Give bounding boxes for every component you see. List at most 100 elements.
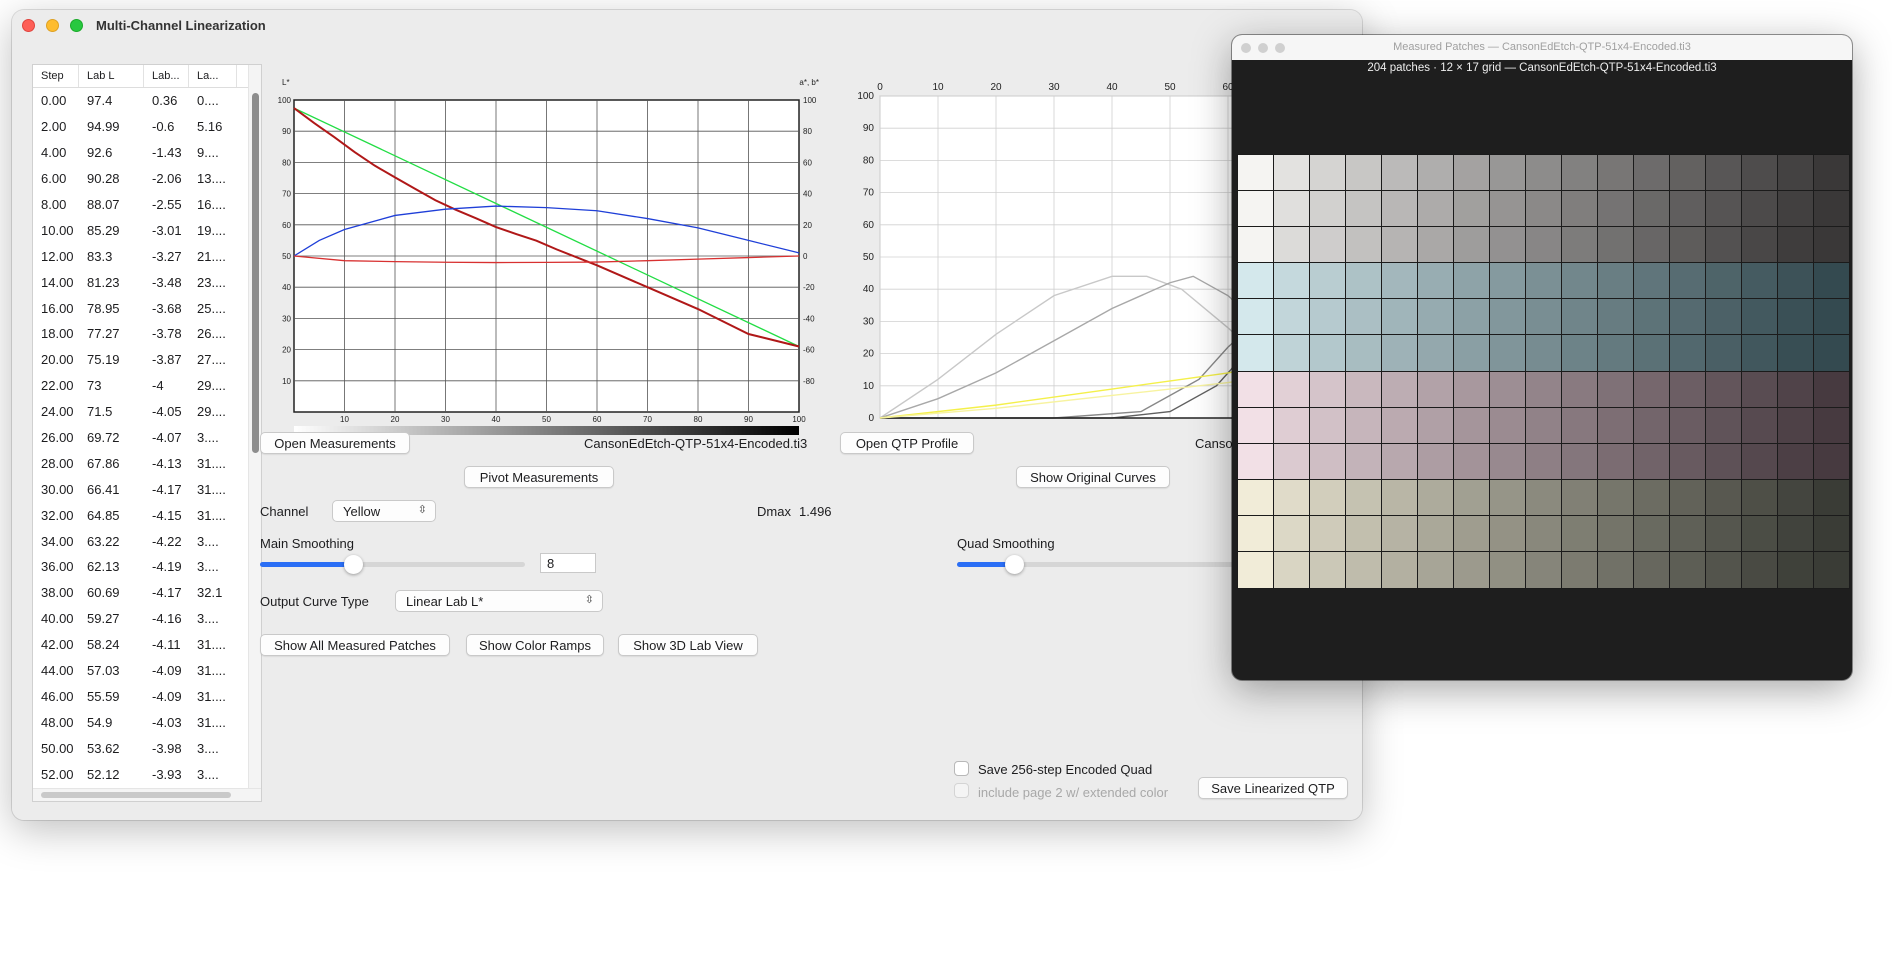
patch-swatch[interactable]: [1273, 442, 1310, 481]
patch-swatch[interactable]: [1525, 550, 1562, 589]
patch-swatch[interactable]: [1345, 370, 1382, 409]
patch-swatch[interactable]: [1525, 514, 1562, 553]
patch-swatch[interactable]: [1597, 514, 1634, 553]
patch-swatch[interactable]: [1345, 190, 1382, 229]
patch-swatch[interactable]: [1741, 406, 1778, 445]
patch-swatch[interactable]: [1453, 226, 1490, 265]
table-row[interactable]: 36.00 62.13 -4.19 3....: [33, 554, 261, 580]
patch-swatch[interactable]: [1597, 478, 1634, 517]
table-row[interactable]: 48.00 54.9 -4.03 31....: [33, 709, 261, 735]
patch-swatch[interactable]: [1453, 550, 1490, 589]
patch-swatch[interactable]: [1705, 262, 1742, 301]
table-row[interactable]: 2.00 94.99 -0.6 5.16: [33, 114, 261, 140]
table-row[interactable]: 26.00 69.72 -4.07 3....: [33, 425, 261, 451]
patch-swatch[interactable]: [1237, 154, 1274, 192]
patch-swatch[interactable]: [1633, 226, 1670, 265]
patch-swatch[interactable]: [1777, 298, 1814, 337]
patch-swatch[interactable]: [1237, 406, 1274, 445]
patch-swatch[interactable]: [1417, 406, 1454, 445]
patch-swatch[interactable]: [1453, 370, 1490, 409]
patch-swatch[interactable]: [1669, 550, 1706, 589]
patch-swatch[interactable]: [1453, 298, 1490, 337]
patch-swatch[interactable]: [1237, 226, 1274, 265]
patch-swatch[interactable]: [1237, 190, 1274, 229]
patch-swatch[interactable]: [1489, 298, 1526, 337]
patch-swatch[interactable]: [1633, 550, 1670, 589]
show-color-ramps-button[interactable]: Show Color Ramps: [466, 634, 604, 656]
patch-swatch[interactable]: [1705, 478, 1742, 517]
patch-swatch[interactable]: [1273, 478, 1310, 517]
patch-swatch[interactable]: [1345, 406, 1382, 445]
patch-swatch[interactable]: [1597, 262, 1634, 301]
patch-swatch[interactable]: [1309, 514, 1346, 553]
patch-swatch[interactable]: [1633, 154, 1670, 192]
patch-swatch[interactable]: [1561, 370, 1598, 409]
patch-swatch[interactable]: [1705, 190, 1742, 229]
save-linearized-qtp-button[interactable]: Save Linearized QTP: [1198, 777, 1348, 799]
patch-swatch[interactable]: [1669, 406, 1706, 445]
patch-swatch[interactable]: [1381, 190, 1418, 229]
quad-smoothing-slider[interactable]: [957, 555, 1242, 574]
patch-swatch[interactable]: [1273, 514, 1310, 553]
patch-swatch[interactable]: [1669, 154, 1706, 192]
patch-swatch[interactable]: [1741, 478, 1778, 517]
patch-swatch[interactable]: [1525, 442, 1562, 481]
patch-swatch[interactable]: [1525, 370, 1562, 409]
patch-swatch[interactable]: [1669, 514, 1706, 553]
patch-swatch[interactable]: [1813, 514, 1850, 553]
patch-swatch[interactable]: [1453, 190, 1490, 229]
patch-swatch[interactable]: [1453, 478, 1490, 517]
table-row[interactable]: 34.00 63.22 -4.22 3....: [33, 528, 261, 554]
patch-swatch[interactable]: [1561, 550, 1598, 589]
patch-swatch[interactable]: [1345, 298, 1382, 337]
patch-swatch[interactable]: [1417, 298, 1454, 337]
patch-swatch[interactable]: [1705, 370, 1742, 409]
table-row[interactable]: 44.00 57.03 -4.09 31....: [33, 658, 261, 684]
patch-swatch[interactable]: [1705, 514, 1742, 553]
patch-swatch[interactable]: [1417, 478, 1454, 517]
patch-swatch[interactable]: [1273, 262, 1310, 301]
patch-swatch[interactable]: [1561, 478, 1598, 517]
patch-swatch[interactable]: [1237, 262, 1274, 301]
table-row[interactable]: 18.00 77.27 -3.78 26....: [33, 321, 261, 347]
table-row[interactable]: 38.00 60.69 -4.17 32.1: [33, 580, 261, 606]
patch-swatch[interactable]: [1237, 370, 1274, 409]
table-vertical-scrollbar[interactable]: [248, 65, 261, 801]
patch-swatch[interactable]: [1669, 478, 1706, 517]
patch-swatch[interactable]: [1525, 478, 1562, 517]
patch-swatch[interactable]: [1381, 442, 1418, 481]
table-row[interactable]: 6.00 90.28 -2.06 13....: [33, 166, 261, 192]
patch-swatch[interactable]: [1597, 298, 1634, 337]
table-row[interactable]: 22.00 73 -4 29....: [33, 373, 261, 399]
patch-swatch[interactable]: [1561, 406, 1598, 445]
measurements-table[interactable]: Step Lab L Lab... La... 0.00 97.4 0.36 0...…: [32, 64, 262, 802]
table-row[interactable]: 24.00 71.5 -4.05 29....: [33, 399, 261, 425]
patch-swatch[interactable]: [1669, 370, 1706, 409]
patch-swatch[interactable]: [1669, 262, 1706, 301]
patch-swatch[interactable]: [1597, 334, 1634, 373]
patch-swatch[interactable]: [1705, 406, 1742, 445]
patch-swatch[interactable]: [1345, 154, 1382, 192]
patch-swatch[interactable]: [1597, 190, 1634, 229]
patch-swatch[interactable]: [1381, 334, 1418, 373]
patch-swatch[interactable]: [1345, 478, 1382, 517]
table-row[interactable]: 12.00 83.3 -3.27 21....: [33, 243, 261, 269]
table-row[interactable]: 28.00 67.86 -4.13 31....: [33, 450, 261, 476]
patch-swatch[interactable]: [1417, 514, 1454, 553]
patch-swatch[interactable]: [1561, 334, 1598, 373]
patch-swatch[interactable]: [1417, 226, 1454, 265]
patch-swatch[interactable]: [1741, 370, 1778, 409]
patch-swatch[interactable]: [1813, 550, 1850, 589]
table-row[interactable]: 14.00 81.23 -3.48 23....: [33, 269, 261, 295]
patch-swatch[interactable]: [1525, 190, 1562, 229]
patch-swatch[interactable]: [1669, 190, 1706, 229]
patch-swatch[interactable]: [1633, 442, 1670, 481]
patch-swatch[interactable]: [1489, 370, 1526, 409]
quad-smoothing-slider-knob[interactable]: [1005, 555, 1024, 574]
patch-swatch[interactable]: [1597, 226, 1634, 265]
patch-swatch[interactable]: [1381, 154, 1418, 192]
patch-swatch[interactable]: [1561, 298, 1598, 337]
patch-swatch[interactable]: [1309, 370, 1346, 409]
patch-swatch[interactable]: [1705, 226, 1742, 265]
channel-select[interactable]: Yellow ⇳: [332, 500, 436, 522]
